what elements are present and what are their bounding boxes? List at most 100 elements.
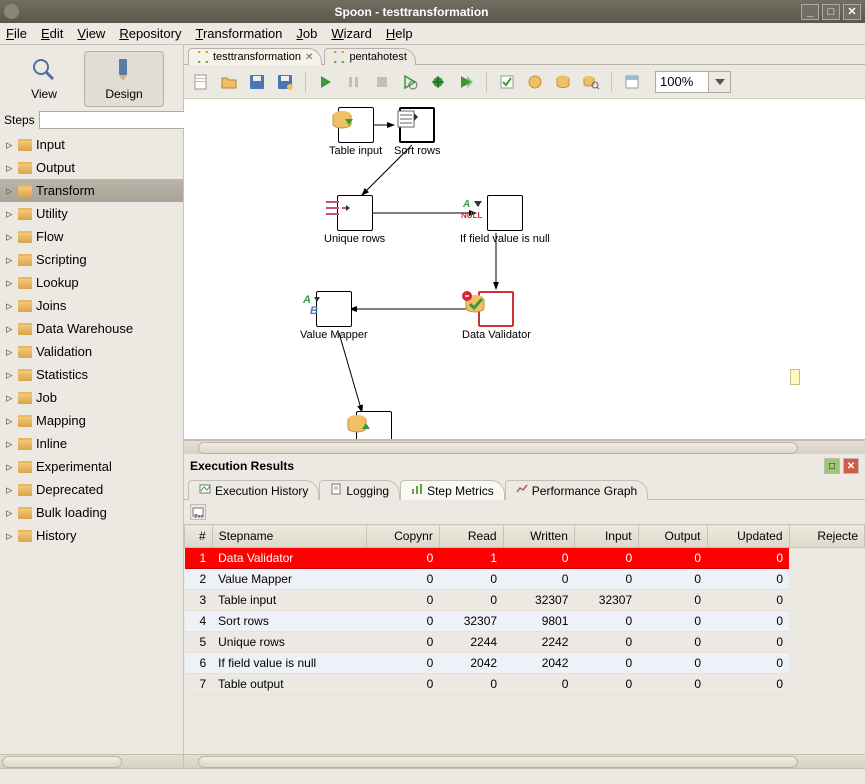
tab-testtransformation[interactable]: testtransformation✕ (188, 48, 322, 65)
minimize-button[interactable]: _ (801, 4, 819, 20)
step-table-output[interactable]: Table output (344, 411, 404, 440)
replay-icon[interactable] (455, 71, 477, 93)
magnifier-icon (31, 57, 57, 83)
tree-item-lookup[interactable]: ▹Lookup (0, 271, 183, 294)
tree-item-input[interactable]: ▹Input (0, 133, 183, 156)
table-row[interactable]: 3Table input00323073230700 (185, 590, 865, 611)
preview-icon[interactable] (399, 71, 421, 93)
exec-tab-performance-graph[interactable]: Performance Graph (505, 480, 648, 500)
step-data-validator[interactable]: Data Validator (462, 291, 531, 341)
pencil-icon (111, 57, 137, 83)
zoom-input[interactable] (655, 71, 709, 93)
menu-transformation[interactable]: Transformation (195, 26, 282, 41)
mode-design-button[interactable]: Design (84, 51, 164, 107)
menu-wizard[interactable]: Wizard (331, 26, 371, 41)
run-icon[interactable] (315, 71, 337, 93)
table-row[interactable]: 6If field value is null020422042000 (185, 653, 865, 674)
tree-item-transform[interactable]: ▹Transform (0, 179, 183, 202)
zoom-dropdown[interactable] (709, 71, 731, 93)
tree-item-output[interactable]: ▹Output (0, 156, 183, 179)
pause-icon[interactable] (343, 71, 365, 93)
explore-db-icon[interactable] (580, 71, 602, 93)
table-row[interactable]: 1Data Validator010000 (185, 548, 865, 569)
col-updated[interactable]: Updated (707, 525, 789, 548)
new-file-icon[interactable] (190, 71, 212, 93)
stop-icon[interactable] (371, 71, 393, 93)
exec-tab-icon (516, 483, 528, 498)
col-copynr[interactable]: Copynr (367, 525, 440, 548)
menu-view[interactable]: View (77, 26, 105, 41)
svg-text:NULL: NULL (461, 211, 482, 220)
canvas-note[interactable] (790, 369, 800, 385)
exec-tab-step-metrics[interactable]: Step Metrics (400, 480, 505, 500)
tab-pentahotest[interactable]: pentahotest (324, 48, 416, 65)
col-read[interactable]: Read (439, 525, 503, 548)
folder-icon (18, 323, 32, 335)
step-table-input[interactable]: Table input (329, 107, 382, 157)
tree-item-label: Mapping (36, 413, 86, 428)
mode-view-button[interactable]: View (4, 51, 84, 107)
table-row[interactable]: 7Table output000000 (185, 674, 865, 695)
folder-icon (18, 438, 32, 450)
expand-icon: ▹ (6, 229, 14, 245)
tree-item-label: Data Warehouse (36, 321, 133, 336)
col-output[interactable]: Output (638, 525, 707, 548)
tree-item-mapping[interactable]: ▹Mapping (0, 409, 183, 432)
tree-item-deprecated[interactable]: ▹Deprecated (0, 478, 183, 501)
col-input[interactable]: Input (574, 525, 638, 548)
expand-icon: ▹ (6, 482, 14, 498)
results-scrollbar[interactable] (184, 754, 865, 768)
exec-tab-label: Logging (346, 484, 389, 498)
expand-icon: ▹ (6, 528, 14, 544)
tree-item-utility[interactable]: ▹Utility (0, 202, 183, 225)
table-row[interactable]: 4Sort rows0323079801000 (185, 611, 865, 632)
tab-close-icon[interactable]: ✕ (305, 52, 313, 63)
tree-item-bulk-loading[interactable]: ▹Bulk loading (0, 501, 183, 524)
menu-repository[interactable]: Repository (119, 26, 181, 41)
tree-item-history[interactable]: ▹History (0, 524, 183, 547)
step-value-mapper[interactable]: AB Value Mapper (300, 291, 368, 341)
save-icon[interactable] (246, 71, 268, 93)
menu-edit[interactable]: Edit (41, 26, 63, 41)
open-file-icon[interactable] (218, 71, 240, 93)
step-if-null[interactable]: ANULL If field value is null (460, 195, 550, 245)
save-as-icon[interactable] (274, 71, 296, 93)
steps-search-input[interactable] (39, 111, 187, 129)
tree-item-statistics[interactable]: ▹Statistics (0, 363, 183, 386)
verify-icon[interactable] (496, 71, 518, 93)
col-#[interactable]: # (185, 525, 213, 548)
tree-item-experimental[interactable]: ▹Experimental (0, 455, 183, 478)
debug-icon[interactable] (427, 71, 449, 93)
col-stepname[interactable]: Stepname (212, 525, 367, 548)
table-row[interactable]: 5Unique rows022442242000 (185, 632, 865, 653)
maximize-button[interactable]: □ (822, 4, 840, 20)
tree-item-flow[interactable]: ▹Flow (0, 225, 183, 248)
close-button[interactable]: ✕ (843, 4, 861, 20)
tree-item-job[interactable]: ▹Job (0, 386, 183, 409)
snapshot-icon[interactable]: Zzz (190, 504, 206, 520)
tree-item-data-warehouse[interactable]: ▹Data Warehouse (0, 317, 183, 340)
exec-maximize-icon[interactable]: □ (824, 458, 840, 474)
step-unique-rows[interactable]: Unique rows (324, 195, 385, 245)
exec-close-icon[interactable]: ✕ (843, 458, 859, 474)
col-written[interactable]: Written (503, 525, 574, 548)
tree-item-scripting[interactable]: ▹Scripting (0, 248, 183, 271)
expand-icon: ▹ (6, 459, 14, 475)
tree-item-inline[interactable]: ▹Inline (0, 432, 183, 455)
canvas-scrollbar[interactable] (184, 440, 865, 454)
tree-item-validation[interactable]: ▹Validation (0, 340, 183, 363)
exec-tab-logging[interactable]: Logging (319, 480, 400, 500)
menu-help[interactable]: Help (386, 26, 413, 41)
menu-job[interactable]: Job (296, 26, 317, 41)
sidebar-scrollbar[interactable] (0, 754, 183, 768)
impact-icon[interactable] (524, 71, 546, 93)
col-rejecte[interactable]: Rejecte (789, 525, 864, 548)
menu-file[interactable]: File (6, 26, 27, 41)
table-row[interactable]: 2Value Mapper000000 (185, 569, 865, 590)
sql-icon[interactable] (552, 71, 574, 93)
exec-tab-execution-history[interactable]: Execution History (188, 480, 319, 500)
tree-item-joins[interactable]: ▹Joins (0, 294, 183, 317)
show-results-icon[interactable] (621, 71, 643, 93)
canvas[interactable]: Table input Sort rows Unique rows ANULL … (184, 99, 865, 440)
step-sort-rows[interactable]: Sort rows (394, 107, 440, 157)
